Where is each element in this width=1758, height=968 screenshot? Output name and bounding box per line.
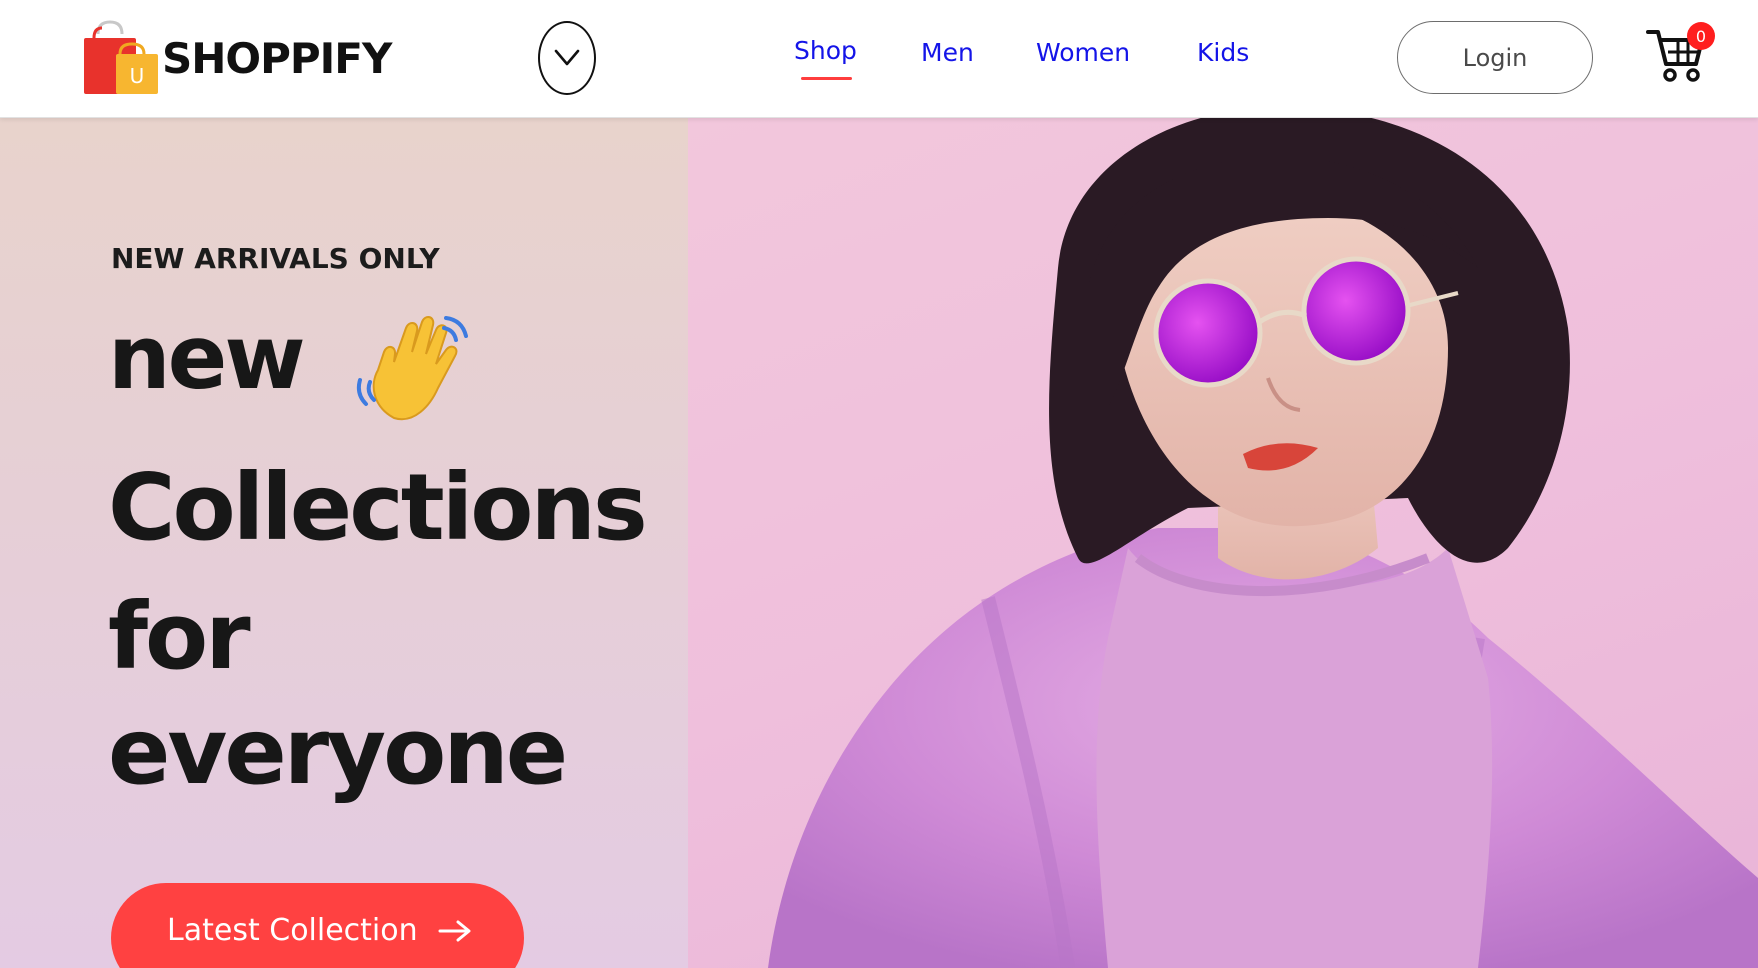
- login-button[interactable]: Login: [1397, 21, 1593, 94]
- nav-link-men[interactable]: Men: [921, 38, 974, 67]
- nav-link-kids[interactable]: Kids: [1197, 38, 1249, 67]
- menu-dropdown-button[interactable]: [538, 21, 596, 95]
- hero-section: NEW ARRIVALS ONLY new Collections for ev…: [0, 118, 1758, 968]
- hero-headline-line-2: Collections: [108, 454, 648, 561]
- hero-headline-line-3: for: [108, 583, 251, 690]
- cart-count-badge: 0: [1687, 22, 1715, 50]
- brand-name: SHOPPIFY: [162, 33, 392, 83]
- nav-link-shop[interactable]: Shop: [794, 36, 857, 65]
- chevron-down-icon: [554, 49, 580, 66]
- shopping-bag-icon: U: [84, 20, 158, 94]
- hero-tagline: NEW ARRIVALS ONLY: [111, 242, 440, 275]
- waving-hand-icon: [356, 316, 468, 421]
- hero-headline-line-1: new: [108, 306, 306, 409]
- nav-link-women[interactable]: Women: [1036, 38, 1130, 67]
- logo-letter: U: [130, 64, 145, 88]
- arrow-right-icon: [438, 920, 471, 942]
- hero-model-image: [768, 118, 1758, 968]
- top-navbar: U SHOPPIFY Shop Men Women Kids Login 0: [0, 0, 1758, 118]
- brand-logo[interactable]: U SHOPPIFY: [80, 20, 392, 96]
- hero-headline-line-4: everyone: [108, 698, 568, 805]
- active-nav-underline: [801, 77, 852, 80]
- latest-collection-button[interactable]: Latest Collection: [111, 883, 524, 968]
- latest-collection-label: Latest Collection: [167, 913, 418, 948]
